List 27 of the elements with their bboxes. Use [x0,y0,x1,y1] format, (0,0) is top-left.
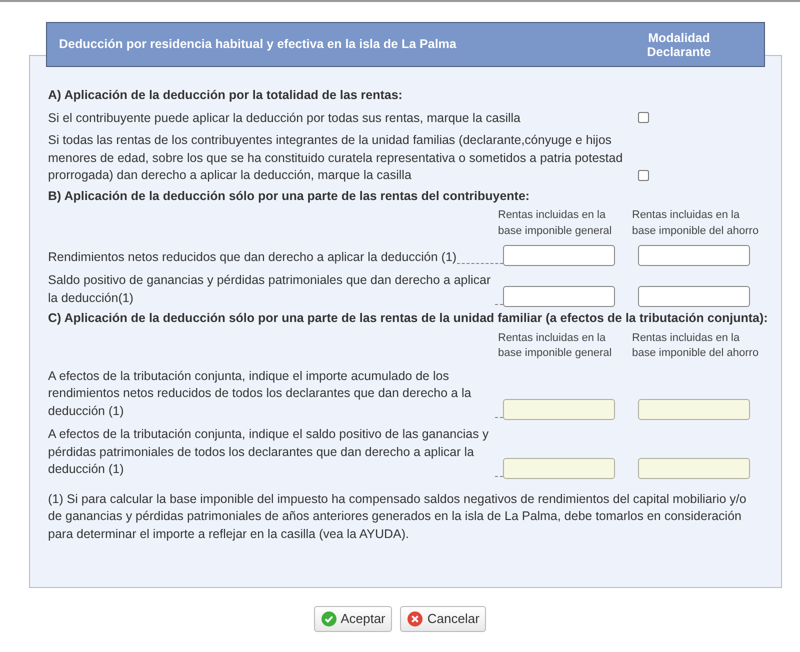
section-heading: C) Aplicación de la deducción sólo por una parte de las rentas de la unidad familiar (a efectos de la tributación conjunta): [48,310,769,327]
field-label: Si todas las rentas de los contribuyentes integrantes de la unidad familias (declarante,cónyuge e hijos menores de edad, sobre los que se ha constituido curatela representativa o sometidos a patria potestad prorrogada) dan derecho a aplicar la deducción, marque la casilla [48,132,624,184]
column-heading: Rentas incluidas en la base imponible del ahorro [632,330,760,361]
amount-field[interactable] [503,286,615,307]
field-label: Rendimientos netos reducidos que dan derecho a aplicar la deducción (1) [48,248,457,266]
accept-button[interactable]: Aceptar [314,606,392,632]
field-label: Saldo positivo de ganancias y pérdidas patrimoniales que dan derecho a aplicar la deducción(1) [48,272,492,307]
section-heading: B) Aplicación de la deducción sólo por una parte de las rentas del contribuyente: [48,188,531,205]
amount-field[interactable] [503,245,615,266]
header-title: Deducción por residencia habitual y efectiva en la isla de La Palma [59,36,458,53]
checkbox[interactable] [638,112,649,123]
field-label: A efectos de la tributación conjunta, indique el saldo positivo de las ganancias y pérdidas patrimoniales de todos los declarantes que dan derecho a aplicar la deducción (1) [48,426,490,478]
column-heading: Rentas incluidas en la base imponible general [498,208,613,238]
amount-field[interactable] [638,286,750,307]
section-heading: A) Aplicación de la deducción por la totalidad de las rentas: [48,87,404,104]
close-icon [407,610,424,627]
field-label: Si el contribuyente puede aplicar la deducción por todas sus rentas, marque la casilla [48,110,522,127]
field-label: A efectos de la tributación conjunta, indique el importe acumulado de los rendimientos netos reducidos de todos los declarantes que dan derecho a la deducción (1) [48,368,472,420]
footnote: (1) Si para calcular la base imponible del impuesto ha compensado saldos negativos de rendimientos del capital mobiliario y/o de ganancias y pérdidas patrimoniales de años anteriores generados en la isla de La Palma, debe tomarlos en consideración para determinar el importe a reflejar en la casilla (vea la AYUDA). [48,490,748,543]
column-heading: Rentas incluidas en la base imponible del ahorro [632,208,760,238]
checkbox[interactable] [638,170,649,180]
check-icon [320,610,337,627]
column-heading: Rentas incluidas en la base imponible general [498,330,613,361]
amount-field[interactable] [638,245,750,266]
column-heading: Modalidad Declarante [646,30,712,58]
cancel-button[interactable]: Cancelar [400,606,486,632]
leader-line [456,263,503,264]
